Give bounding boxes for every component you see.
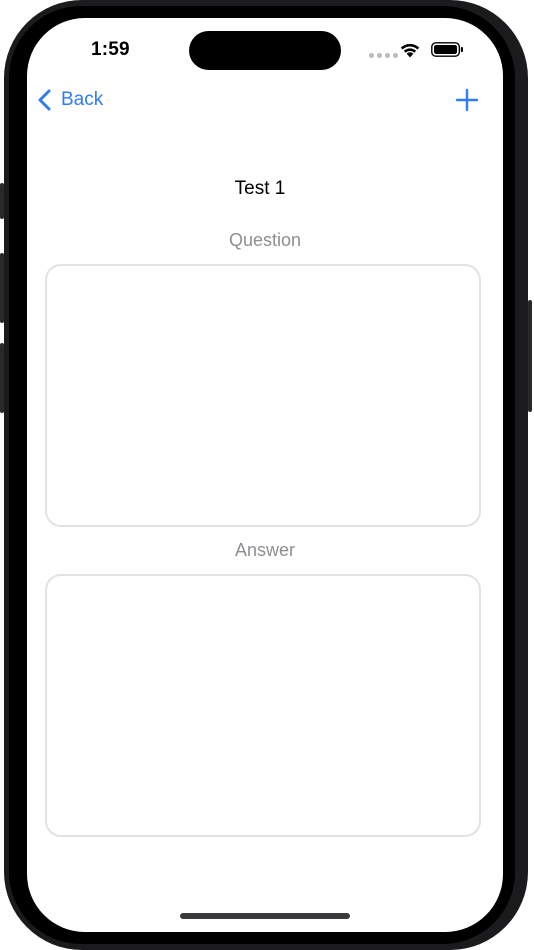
card-title: Test 1: [234, 178, 286, 199]
app-screen: 1:59 Back Test 1 Question Answer: [27, 18, 503, 932]
battery-icon: [431, 42, 463, 57]
back-button-label: Back: [61, 89, 104, 110]
status-time: 1:59: [91, 39, 130, 60]
question-input[interactable]: [45, 264, 481, 527]
side-button-action: [0, 183, 4, 219]
dynamic-island: [189, 31, 341, 70]
wifi-icon: [400, 43, 420, 58]
plus-icon[interactable]: [455, 88, 479, 112]
side-button-power: [528, 300, 532, 412]
answer-input[interactable]: [45, 574, 481, 837]
device-frame: 1:59 Back Test 1 Question Answer: [0, 0, 534, 950]
question-label: Question: [228, 230, 302, 250]
side-button-volume-up: [0, 253, 4, 323]
chevron-left-icon: [38, 89, 51, 111]
home-indicator: [180, 913, 350, 919]
cellular-signal-icon: [369, 53, 398, 58]
side-button-volume-down: [0, 343, 4, 413]
answer-label: Answer: [234, 540, 296, 560]
back-button[interactable]: Back: [37, 86, 103, 114]
